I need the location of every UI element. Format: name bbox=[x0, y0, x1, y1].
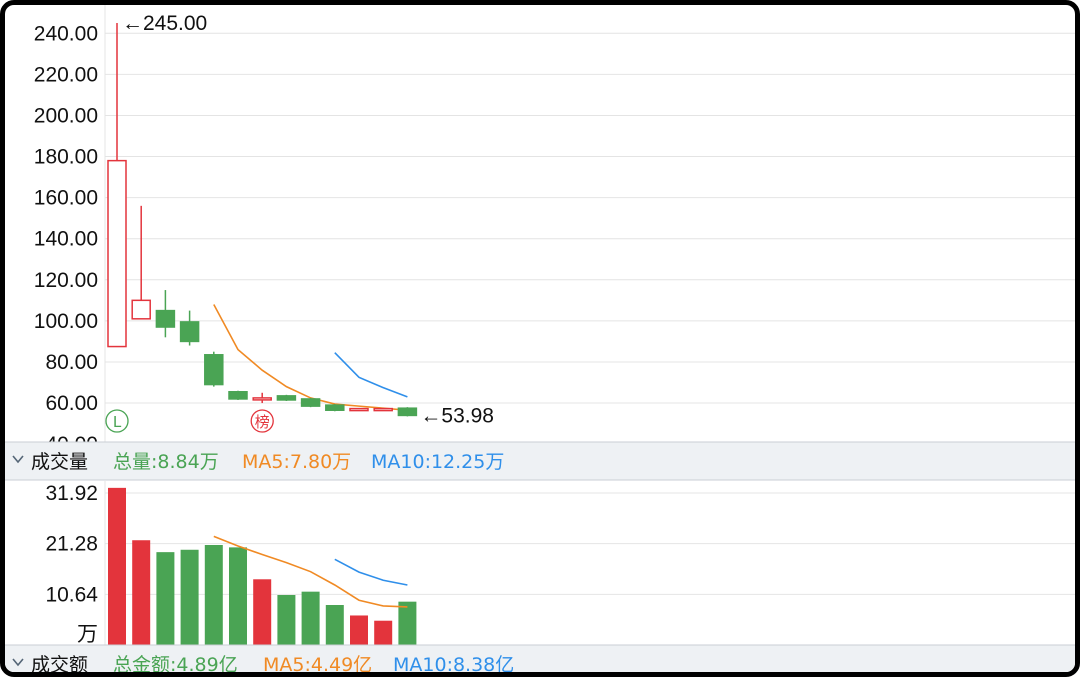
last-price-label: ←53.98 bbox=[420, 404, 494, 427]
volume-bar bbox=[204, 545, 223, 645]
price-annotations: ←245.00 ←53.98 L 榜 bbox=[105, 12, 494, 433]
marker-glyph: L bbox=[113, 413, 122, 431]
candle-body bbox=[155, 309, 176, 328]
volume-tick-label: 21.28 bbox=[45, 533, 98, 556]
volume-tick-label: 31.92 bbox=[45, 482, 98, 505]
volume-total: 总量:8.84万 bbox=[113, 451, 219, 473]
candle-body bbox=[349, 407, 369, 412]
volume-bar bbox=[180, 549, 199, 645]
candle bbox=[300, 397, 321, 408]
volume-title: 成交量 bbox=[31, 451, 88, 473]
marker-glyph: 榜 bbox=[255, 413, 270, 431]
volume-axis-ticks: 31.92 21.28 10.64 万 bbox=[45, 482, 98, 646]
volume-bar bbox=[374, 620, 393, 645]
candle bbox=[107, 23, 127, 348]
volume-bar bbox=[350, 615, 368, 645]
volume-bar bbox=[325, 605, 344, 645]
candle-body bbox=[107, 159, 127, 348]
price-tick-label: 80.00 bbox=[45, 351, 98, 374]
volume-bar bbox=[398, 601, 417, 645]
volume-bar bbox=[156, 552, 175, 645]
candle bbox=[155, 290, 176, 338]
volume-bar bbox=[253, 579, 272, 645]
high-price-label: ←245.00 bbox=[122, 12, 207, 35]
amount-info-bar: 成交额 总金额:4.89亿 MA5:4.49亿 MA10:8.38亿 bbox=[5, 644, 1075, 676]
price-tick-label: 180.00 bbox=[34, 146, 98, 169]
amount-title: 成交额 bbox=[31, 654, 88, 676]
candle-body bbox=[252, 397, 272, 401]
candle-body bbox=[300, 398, 321, 407]
candle bbox=[228, 390, 248, 400]
volume-ma10: MA10:12.25万 bbox=[371, 451, 504, 473]
candle-body bbox=[204, 354, 224, 386]
amount-ma10: MA10:8.38亿 bbox=[393, 654, 514, 676]
price-tick-label: 100.00 bbox=[34, 310, 98, 333]
chart-frame: 240.00 220.00 200.00 180.00 160.00 140.00 120.… bbox=[0, 0, 1080, 677]
candle bbox=[252, 392, 272, 404]
volume-ma10-line bbox=[334, 558, 408, 586]
volume-ma10-series-line bbox=[334, 558, 408, 586]
candle-body bbox=[228, 391, 248, 400]
price-ma10-line bbox=[334, 352, 408, 398]
volume-bar bbox=[277, 595, 296, 645]
ranking-marker-icon[interactable]: 榜 bbox=[250, 409, 274, 433]
volume-grid bbox=[104, 481, 1075, 645]
price-axis-ticks: 240.00 220.00 200.00 180.00 160.00 140.00 120.… bbox=[34, 22, 98, 456]
candle bbox=[325, 404, 345, 412]
price-tick-label: 240.00 bbox=[34, 22, 98, 45]
ma10-series-line bbox=[334, 352, 408, 398]
volume-ma5: MA5:7.80万 bbox=[242, 451, 351, 473]
candle bbox=[276, 394, 297, 401]
candle bbox=[349, 407, 369, 412]
volume-info-bar: 成交量 总量:8.84万 MA5:7.80万 MA10:12.25万 bbox=[5, 441, 1075, 481]
amount-total: 总金额:4.89亿 bbox=[113, 654, 238, 676]
price-tick-label: 120.00 bbox=[34, 269, 98, 292]
candle-body bbox=[325, 404, 345, 411]
candles bbox=[107, 23, 418, 417]
candle-body bbox=[131, 299, 151, 320]
price-tick-label: 220.00 bbox=[34, 63, 98, 86]
volume-unit-label: 万 bbox=[77, 622, 98, 646]
candle-body bbox=[276, 395, 297, 401]
candle bbox=[373, 407, 393, 412]
volume-bar bbox=[132, 540, 151, 645]
candle bbox=[131, 205, 151, 320]
volume-bar bbox=[229, 547, 247, 645]
volume-bars bbox=[108, 487, 417, 645]
candle-body bbox=[397, 407, 418, 417]
candle bbox=[204, 351, 224, 387]
volume-tick-label: 10.64 bbox=[45, 583, 98, 606]
price-grid bbox=[104, 5, 1075, 445]
price-tick-label: 200.00 bbox=[34, 104, 98, 127]
candle-body bbox=[373, 407, 393, 412]
stock-chart-svg: 240.00 220.00 200.00 180.00 160.00 140.00 120.… bbox=[5, 5, 1075, 676]
volume-bar bbox=[108, 487, 126, 645]
price-tick-label: 60.00 bbox=[45, 392, 98, 415]
listing-marker-icon[interactable]: L bbox=[105, 409, 129, 433]
volume-bar bbox=[301, 591, 320, 645]
candle bbox=[179, 310, 200, 346]
price-tick-label: 140.00 bbox=[34, 228, 98, 251]
amount-ma5: MA5:4.49亿 bbox=[263, 654, 372, 676]
candle bbox=[397, 407, 418, 417]
price-tick-label: 160.00 bbox=[34, 187, 98, 210]
candle-body bbox=[179, 321, 200, 343]
